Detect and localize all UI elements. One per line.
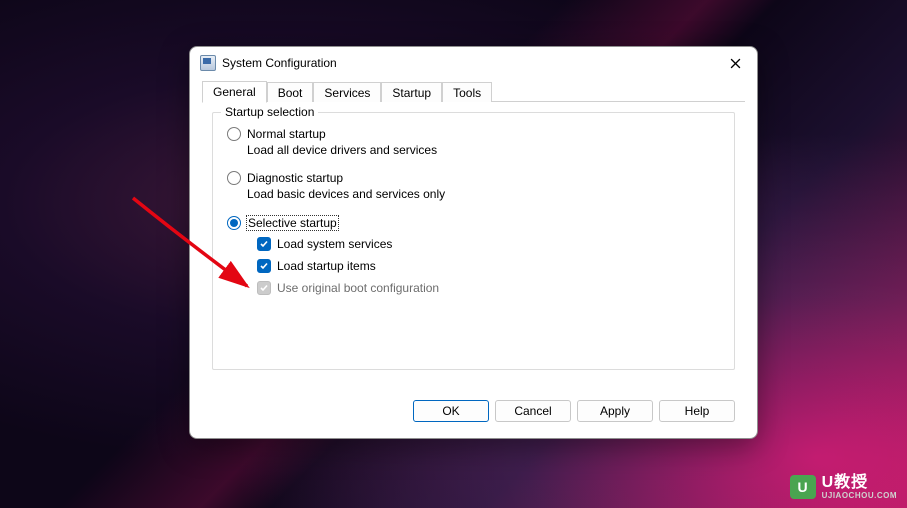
- dialog-buttons: OK Cancel Apply Help: [190, 390, 757, 438]
- radio-diagnostic-startup[interactable]: [227, 171, 241, 185]
- fieldset-legend: Startup selection: [221, 105, 318, 119]
- label-normal-startup: Normal startup: [247, 127, 326, 141]
- label-use-original-boot: Use original boot configuration: [277, 281, 439, 295]
- tab-general[interactable]: General: [202, 81, 267, 103]
- desc-normal-startup: Load all device drivers and services: [247, 143, 720, 157]
- label-selective-startup: Selective startup: [246, 215, 339, 231]
- ok-button[interactable]: OK: [413, 400, 489, 422]
- titlebar: System Configuration: [190, 47, 757, 81]
- tab-services[interactable]: Services: [313, 82, 381, 102]
- check-icon: [259, 283, 269, 293]
- help-button[interactable]: Help: [659, 400, 735, 422]
- check-icon: [259, 239, 269, 249]
- label-load-startup-items: Load startup items: [277, 259, 376, 273]
- tab-boot[interactable]: Boot: [267, 82, 314, 102]
- system-configuration-dialog: System Configuration General Boot Servic…: [189, 46, 758, 439]
- label-diagnostic-startup: Diagnostic startup: [247, 171, 343, 185]
- startup-selection-group: Startup selection Normal startup Load al…: [212, 112, 735, 370]
- desc-diagnostic-startup: Load basic devices and services only: [247, 187, 720, 201]
- label-load-system-services: Load system services: [277, 237, 392, 251]
- cancel-button[interactable]: Cancel: [495, 400, 571, 422]
- close-button[interactable]: [723, 51, 747, 75]
- tab-panel-general: Startup selection Normal startup Load al…: [190, 102, 757, 390]
- close-icon: [730, 58, 741, 69]
- radio-normal-startup[interactable]: [227, 127, 241, 141]
- msconfig-icon: [200, 55, 216, 71]
- window-title: System Configuration: [222, 56, 337, 70]
- check-icon: [259, 261, 269, 271]
- watermark-title: U教授: [822, 475, 897, 492]
- tab-strip: General Boot Services Startup Tools: [190, 81, 757, 102]
- watermark-badge-icon: U: [790, 475, 816, 499]
- watermark: U U教授 UJIAOCHOU.COM: [790, 475, 897, 500]
- tab-tools[interactable]: Tools: [442, 82, 492, 102]
- checkbox-load-system-services[interactable]: [257, 237, 271, 251]
- watermark-url: UJIAOCHOU.COM: [822, 492, 897, 500]
- checkbox-use-original-boot: [257, 281, 271, 295]
- apply-button[interactable]: Apply: [577, 400, 653, 422]
- checkbox-load-startup-items[interactable]: [257, 259, 271, 273]
- radio-selective-startup[interactable]: [227, 216, 241, 230]
- tab-startup[interactable]: Startup: [381, 82, 442, 102]
